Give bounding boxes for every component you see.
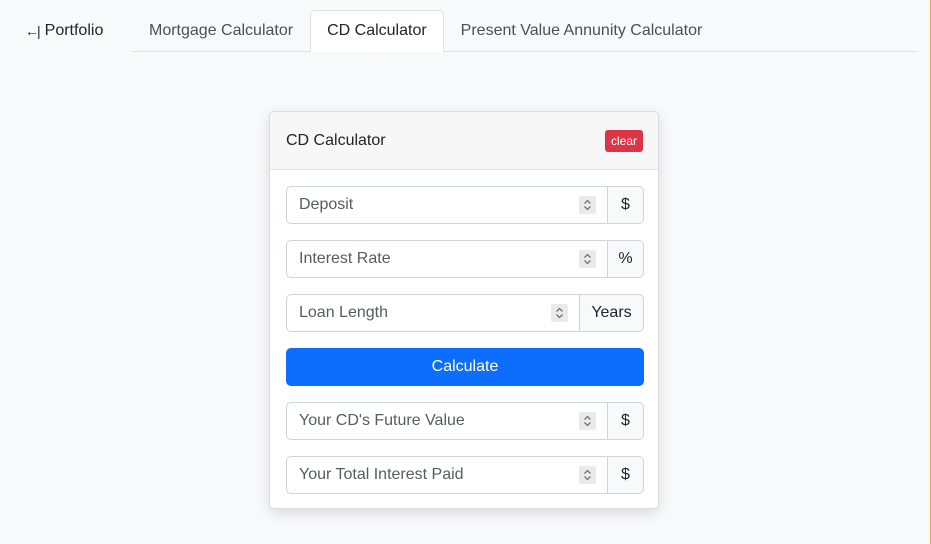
clear-button[interactable]: clear: [604, 129, 643, 152]
tab-mortgage-calculator[interactable]: Mortgage Calculator: [132, 10, 310, 52]
deposit-unit: $: [607, 186, 644, 224]
future-value-output[interactable]: [299, 412, 595, 430]
loan-length-field-wrapper: [286, 294, 579, 332]
interest-rate-input-group: %: [286, 240, 644, 278]
tab-present-value-annuity-calculator[interactable]: Present Value Annunity Calculator: [444, 10, 720, 52]
future-value-field-wrapper: [286, 402, 607, 440]
interest-rate-input[interactable]: [299, 250, 595, 268]
tab-label: CD Calculator: [327, 22, 427, 39]
total-interest-field-wrapper: [286, 456, 607, 494]
card-title: CD Calculator: [286, 131, 386, 149]
deposit-input[interactable]: [299, 196, 595, 214]
loan-length-unit: Years: [579, 294, 644, 332]
deposit-field-wrapper: [286, 186, 607, 224]
card-header: CD Calculator clear: [270, 112, 658, 170]
portfolio-label: Portfolio: [44, 22, 104, 39]
tab-cd-calculator[interactable]: CD Calculator: [310, 10, 444, 52]
total-interest-input-group: $: [286, 456, 644, 494]
future-value-input-group: $: [286, 402, 644, 440]
portfolio-back-link[interactable]: ←| Portfolio: [25, 21, 103, 41]
deposit-input-group: $: [286, 186, 644, 224]
tab-label: Present Value Annunity Calculator: [460, 22, 703, 39]
loan-length-input[interactable]: [299, 304, 567, 322]
tab-label: Mortgage Calculator: [149, 22, 294, 39]
card-body: $ % Years Calculate: [270, 170, 658, 494]
interest-rate-unit: %: [607, 240, 644, 278]
loan-length-input-group: Years: [286, 294, 644, 332]
total-interest-output[interactable]: [299, 466, 595, 484]
spinner-arrows-icon[interactable]: [579, 466, 596, 484]
back-arrow-icon: ←|: [25, 23, 41, 39]
spinner-arrows-icon[interactable]: [579, 250, 596, 268]
total-interest-unit: $: [607, 456, 644, 494]
spinner-arrows-icon[interactable]: [579, 196, 596, 214]
interest-rate-field-wrapper: [286, 240, 607, 278]
calculator-tabs: Mortgage Calculator CD Calculator Presen…: [132, 10, 917, 52]
cd-calculator-card: CD Calculator clear $ %: [269, 111, 659, 509]
future-value-unit: $: [607, 402, 644, 440]
calculate-button[interactable]: Calculate: [286, 348, 644, 386]
spinner-arrows-icon[interactable]: [579, 412, 596, 430]
spinner-arrows-icon[interactable]: [551, 304, 568, 322]
